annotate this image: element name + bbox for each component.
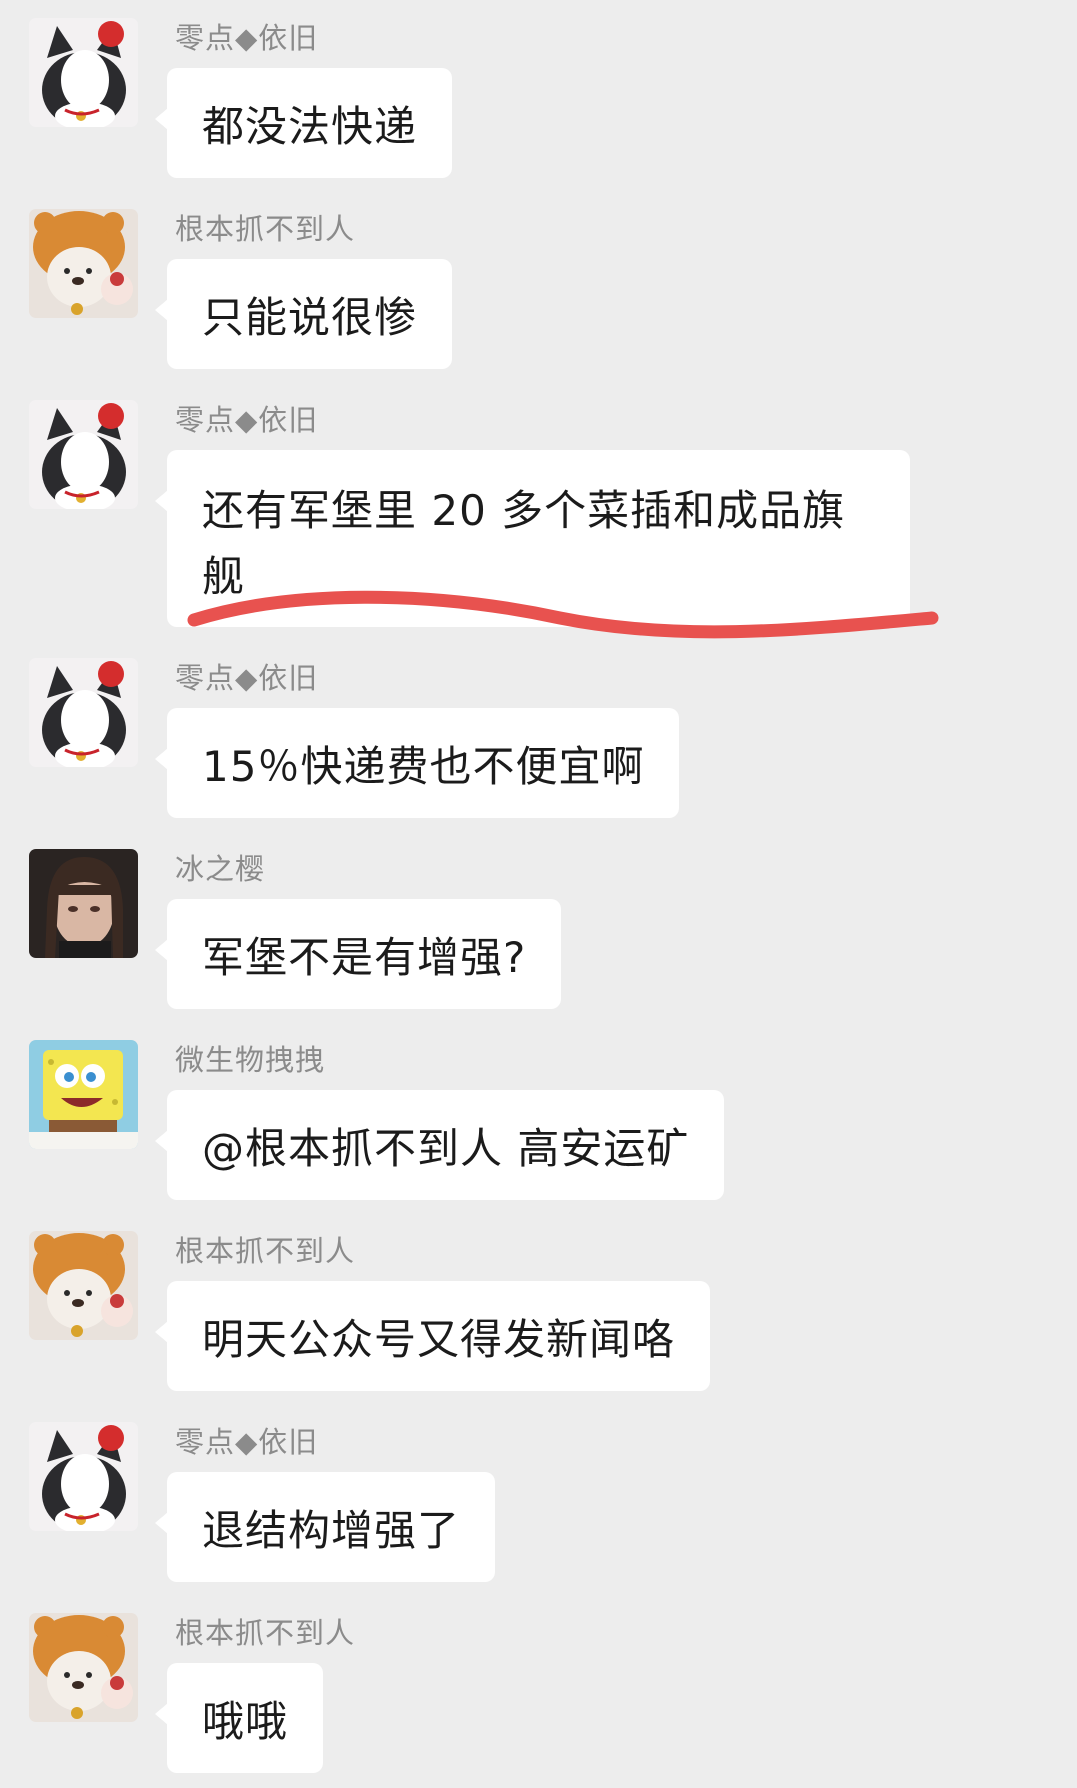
red-underline-annotation bbox=[187, 590, 939, 639]
message-bubble[interactable]: 退结构增强了 bbox=[154, 1472, 496, 1582]
message-bubble[interactable]: 明天公众号又得发新闻咯 bbox=[154, 1281, 711, 1391]
black-white-cat-avatar[interactable] bbox=[29, 400, 138, 509]
anime-girl-avatar[interactable] bbox=[29, 849, 138, 958]
message-bubble[interactable]: @根本抓不到人 高安运矿 bbox=[154, 1090, 725, 1200]
sender-name[interactable]: 微生物拽拽 bbox=[175, 1040, 325, 1080]
sender-name[interactable]: 零点◆依旧 bbox=[175, 18, 318, 58]
message-bubble[interactable]: 军堡不是有增强? bbox=[154, 899, 562, 1009]
sender-name[interactable]: 根本抓不到人 bbox=[175, 209, 355, 249]
sender-name[interactable]: 根本抓不到人 bbox=[175, 1613, 355, 1653]
message-bubble[interactable]: 都没法快递 bbox=[154, 68, 453, 178]
sender-name[interactable]: 根本抓不到人 bbox=[175, 1231, 355, 1271]
message-bubble[interactable]: 15％快递费也不便宜啊 bbox=[154, 708, 680, 818]
bear-hat-plush-avatar[interactable] bbox=[29, 1613, 138, 1722]
sender-name[interactable]: 零点◆依旧 bbox=[175, 400, 318, 440]
bear-hat-plush-avatar[interactable] bbox=[29, 209, 138, 318]
sender-name[interactable]: 冰之樱 bbox=[175, 849, 265, 889]
spongebob-avatar[interactable] bbox=[29, 1040, 138, 1149]
sender-name[interactable]: 零点◆依旧 bbox=[175, 1422, 318, 1462]
black-white-cat-avatar[interactable] bbox=[29, 1422, 138, 1531]
black-white-cat-avatar[interactable] bbox=[29, 658, 138, 767]
black-white-cat-avatar[interactable] bbox=[29, 18, 138, 127]
message-bubble[interactable]: 只能说很惨 bbox=[154, 259, 453, 369]
sender-name[interactable]: 零点◆依旧 bbox=[175, 658, 318, 698]
bear-hat-plush-avatar[interactable] bbox=[29, 1231, 138, 1340]
message-bubble[interactable]: 哦哦 bbox=[154, 1663, 324, 1773]
